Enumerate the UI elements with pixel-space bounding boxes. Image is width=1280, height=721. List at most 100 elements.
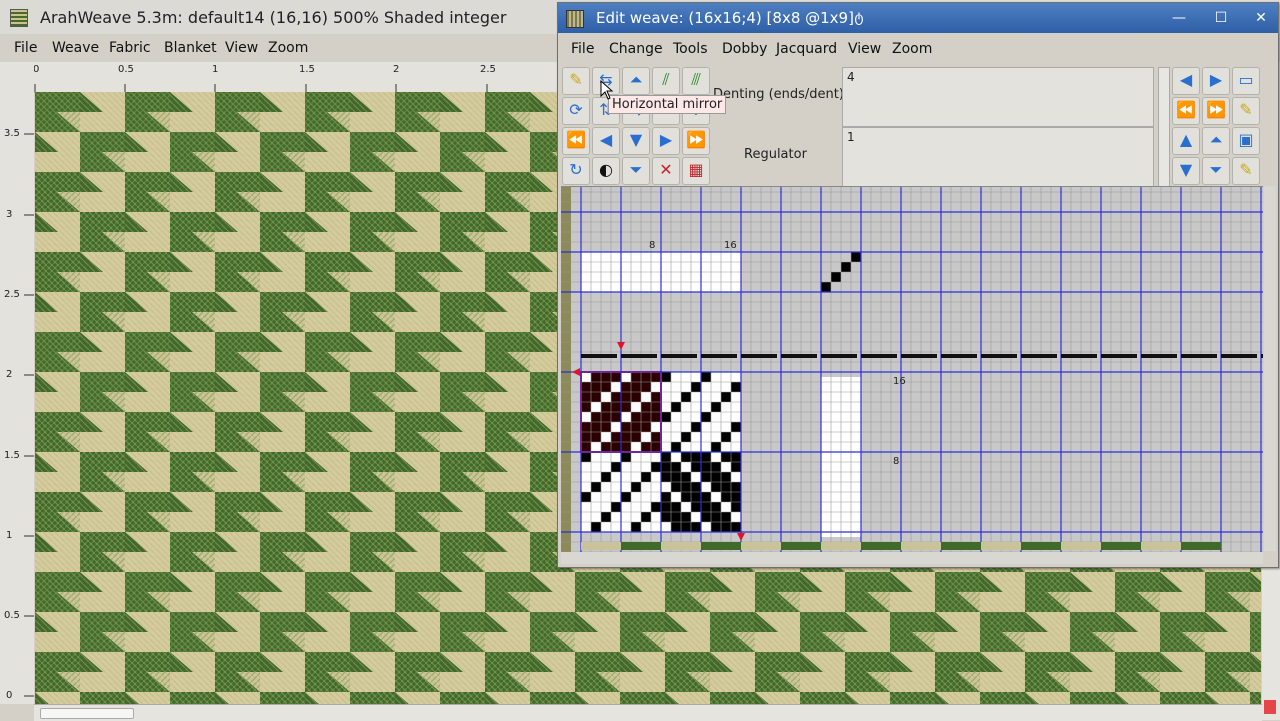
menu-jacquard[interactable]: Jacquard <box>776 41 837 57</box>
ruler-left: 3.5 3 2.5 2 1.5 1 0.5 0 <box>0 62 34 704</box>
weave-editor-grid[interactable]: 8 16 16 8 <box>561 186 1263 552</box>
mouse-cursor-icon <box>600 80 614 100</box>
menu-view[interactable]: View <box>225 40 258 56</box>
pattern-button[interactable]: ▦ <box>682 157 710 185</box>
skip-right-icon: ⏩ <box>1206 100 1226 119</box>
edit-weave-title-bar[interactable]: Edit weave: (16x16;4) [8x8 @1x9] ტ — ☐ ✕ <box>558 3 1278 33</box>
weave-window-icon <box>566 10 584 28</box>
menu-change[interactable]: Change <box>609 41 663 57</box>
invert-icon: ◐ <box>599 160 613 179</box>
shift-down-button[interactable]: ⏷ <box>1202 157 1230 185</box>
menu-file[interactable]: File <box>571 41 594 57</box>
maximize-button[interactable]: ☐ <box>1210 7 1232 29</box>
shift-down-button[interactable]: ⏷ <box>622 157 650 185</box>
skip-left-icon: ⏪ <box>566 130 586 149</box>
fields-scrollbar[interactable] <box>1158 67 1170 187</box>
diagonal-twill-button[interactable]: ⫽ <box>652 67 680 95</box>
skip-right-button[interactable]: ⏩ <box>1202 97 1230 125</box>
grid-vertical-scrollbar[interactable] <box>1264 186 1276 551</box>
main-menu-bar: File Weave Fabric Blanket View Zoom <box>0 36 560 62</box>
page-up-icon: ▣ <box>1238 130 1254 149</box>
skip-left-button[interactable]: ⏪ <box>562 127 590 155</box>
arrow-left-icon: ◀ <box>599 130 613 149</box>
menu-fabric[interactable]: Fabric <box>109 40 151 56</box>
page-up-button[interactable]: ▣ <box>1232 127 1260 155</box>
edit-weave-window: Edit weave: (16x16;4) [8x8 @1x9] ტ — ☐ ✕… <box>557 2 1279 568</box>
ruler-left-label: 2 <box>6 369 13 380</box>
invert-button[interactable]: ◐ <box>592 157 620 185</box>
grid-label-16: 16 <box>893 376 906 387</box>
ruler-left-label: 2.5 <box>4 289 20 300</box>
ruler-left-ticks <box>24 133 34 697</box>
edit-weave-title: Edit weave: (16x16;4) [8x8 @1x9] <box>596 9 854 27</box>
arrow-left-icon: ◀ <box>1179 70 1193 89</box>
clear-weave-icon: ✕ <box>659 160 673 179</box>
rotate-button[interactable]: ⟳ <box>562 97 590 125</box>
main-horizontal-scrollbar[interactable] <box>34 704 1262 721</box>
arrow-right-icon: ▶ <box>1209 70 1223 89</box>
shift-up-icon: ⏶ <box>1209 130 1223 149</box>
brush-yellow-icon: ✎ <box>1239 160 1253 179</box>
regulator-field[interactable]: 1 <box>842 127 1154 187</box>
menu-zoom[interactable]: Zoom <box>892 41 932 57</box>
ruler-left-label: 3 <box>6 209 13 220</box>
app-icon <box>10 9 28 27</box>
scroll-thumb[interactable] <box>40 708 134 719</box>
shift-up-button[interactable]: ⏶ <box>1202 127 1230 155</box>
brush-yellow-icon: ✎ <box>1239 100 1253 119</box>
ruler-top-label: 1 <box>212 64 219 75</box>
skip-left-button[interactable]: ⏪ <box>1172 97 1200 125</box>
ruler-top: 0 0.5 1 1.5 2 2.5 <box>33 62 558 93</box>
close-button[interactable]: ✕ <box>1250 7 1272 29</box>
arrow-right-button[interactable]: ▶ <box>652 127 680 155</box>
minimize-button[interactable]: — <box>1168 7 1190 29</box>
grid-label-16: 16 <box>724 240 737 251</box>
menu-zoom[interactable]: Zoom <box>268 40 308 56</box>
refresh-button[interactable]: ↻ <box>562 157 590 185</box>
shift-up-button[interactable]: ⏶ <box>622 67 650 95</box>
arrow-down-icon: ▼ <box>1179 160 1193 179</box>
arrow-up-button[interactable]: ▲ <box>1172 127 1200 155</box>
grid-horizontal-scrollbar[interactable] <box>561 552 1263 564</box>
ruler-left-label: 3.5 <box>4 128 20 139</box>
arrow-down-button[interactable]: ▼ <box>1172 157 1200 185</box>
menu-dobby[interactable]: Dobby <box>722 41 767 57</box>
arrow-down-button[interactable]: ▼ <box>622 127 650 155</box>
arrow-down-icon: ▼ <box>629 130 643 149</box>
diagonal-twill-reverse-icon: ⫻ <box>691 70 701 89</box>
scroll-thumb[interactable] <box>1264 700 1276 714</box>
diagonal-twill-icon: ⫽ <box>662 70 670 89</box>
skip-right-icon: ⏩ <box>686 130 706 149</box>
shift-up-icon: ⏶ <box>629 70 643 89</box>
menu-blanket[interactable]: Blanket <box>164 40 217 56</box>
shift-down-icon: ⏷ <box>629 160 643 179</box>
ruler-top-label: 2.5 <box>480 64 496 75</box>
ruler-left-label: 0 <box>6 690 13 701</box>
arrow-right-button[interactable]: ▶ <box>1202 67 1230 95</box>
ruler-left-label: 1 <box>6 530 13 541</box>
denting-value: 4 <box>847 70 855 84</box>
page-icon: ▭ <box>1238 70 1254 89</box>
shade-icon[interactable]: ტ <box>848 7 870 29</box>
page-button[interactable]: ▭ <box>1232 67 1260 95</box>
arrow-left-button[interactable]: ◀ <box>1172 67 1200 95</box>
menu-tools[interactable]: Tools <box>673 41 708 57</box>
denting-field[interactable]: 4 <box>842 67 1154 127</box>
brush-yellow-button[interactable]: ✎ <box>1232 157 1260 185</box>
menu-weave[interactable]: Weave <box>52 40 99 56</box>
arrow-right-icon: ▶ <box>659 130 673 149</box>
ruler-left-label: 1.5 <box>4 450 20 461</box>
brush-yellow-icon: ✎ <box>569 70 583 89</box>
shift-down-icon: ⏷ <box>1209 160 1223 179</box>
brush-yellow-button[interactable]: ✎ <box>1232 97 1260 125</box>
menu-view[interactable]: View <box>848 41 881 57</box>
diagonal-twill-reverse-button[interactable]: ⫻ <box>682 67 710 95</box>
weave-grid-canvas[interactable] <box>561 187 1263 552</box>
brush-yellow-button[interactable]: ✎ <box>562 67 590 95</box>
arrow-left-button[interactable]: ◀ <box>592 127 620 155</box>
clear-weave-button[interactable]: ✕ <box>652 157 680 185</box>
skip-right-button[interactable]: ⏩ <box>682 127 710 155</box>
menu-file[interactable]: File <box>14 40 37 56</box>
refresh-icon: ↻ <box>569 160 583 179</box>
ruler-top-label: 1.5 <box>299 64 315 75</box>
